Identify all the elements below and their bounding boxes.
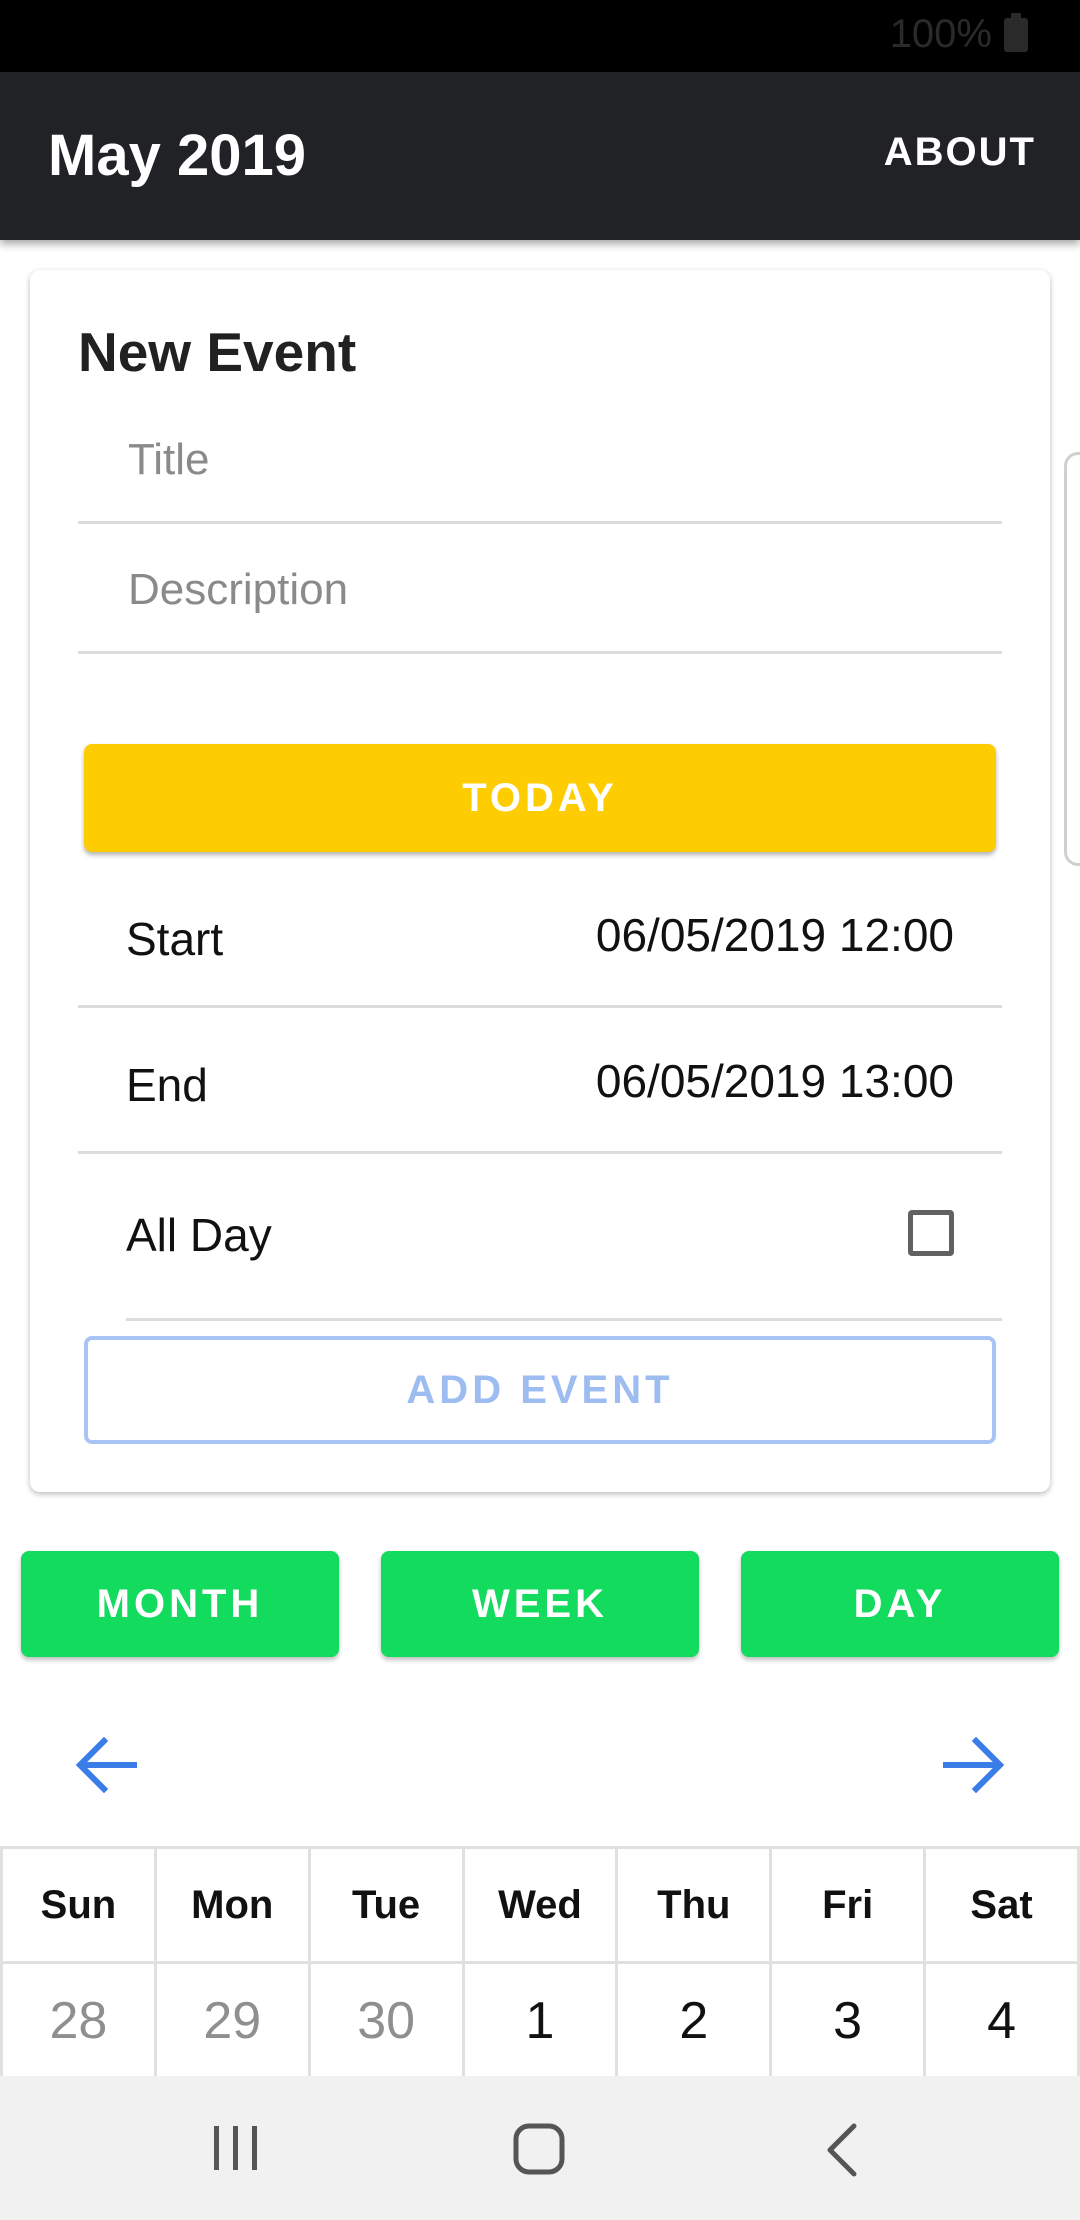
back-icon[interactable] [822,2122,862,2178]
calendar-day-cell[interactable]: 2 [615,1961,773,2081]
calendar-day-cell[interactable]: 28 [0,1961,157,2081]
battery-icon [1004,13,1028,52]
weekday-header-row: Sun Mon Tue Wed Thu Fri Sat [0,1846,1080,1964]
all-day-row: All Day [78,1170,1002,1310]
today-button[interactable]: TODAY [84,744,996,852]
weekday-header: Tue [307,1846,465,1964]
title-input[interactable] [126,424,950,496]
battery-percentage: 100% [889,12,992,56]
start-datetime[interactable]: 06/05/2019 12:00 [596,908,954,962]
app-title: May 2019 [48,123,306,188]
start-label: Start [126,913,224,965]
weekday-header: Mon [153,1846,311,1964]
system-nav-bar [0,2076,1080,2220]
week-view-button[interactable]: WEEK [381,1551,699,1657]
calendar-day-cell[interactable]: 3 [769,1961,927,2081]
end-row[interactable]: End 06/05/2019 13:00 [78,1014,1002,1154]
edge-panel-handle[interactable] [1064,452,1080,866]
app-bar: May 2019 ABOUT [0,72,1080,240]
month-view-button[interactable]: MONTH [21,1551,339,1657]
start-row[interactable]: Start 06/05/2019 12:00 [78,868,1002,1008]
calendar-day-cell[interactable]: 29 [153,1961,311,2081]
new-event-card: New Event TODAY Start 06/05/2019 12:00 E… [30,270,1050,1492]
card-title: New Event [78,321,357,383]
recent-apps-icon[interactable] [212,2122,260,2174]
calendar-week-row: 28 29 30 1 2 3 4 [0,1961,1080,2081]
month-calendar: Sun Mon Tue Wed Thu Fri Sat 28 29 30 1 2… [0,1846,1080,2081]
calendar-day-cell[interactable]: 4 [923,1961,1080,2081]
add-event-button[interactable]: ADD EVENT [84,1336,996,1444]
arrow-right-icon[interactable] [942,1735,1006,1795]
weekday-header: Fri [769,1846,927,1964]
weekday-header: Wed [461,1846,619,1964]
description-field [78,524,1002,654]
description-input[interactable] [126,554,950,626]
calendar-day-cell[interactable]: 30 [307,1961,465,2081]
weekday-header: Sun [0,1846,157,1964]
end-label: End [126,1059,208,1111]
home-icon[interactable] [512,2122,568,2178]
day-view-button[interactable]: DAY [741,1551,1059,1657]
all-day-checkbox[interactable] [908,1210,954,1256]
divider [126,1318,1002,1321]
calendar-day-cell[interactable]: 1 [461,1961,619,2081]
weekday-header: Thu [615,1846,773,1964]
about-button[interactable]: ABOUT [884,130,1036,175]
all-day-label: All Day [126,1209,272,1261]
weekday-header: Sat [923,1846,1080,1964]
title-field [78,394,1002,524]
status-bar: 100% [0,0,1080,72]
arrow-left-icon[interactable] [74,1735,138,1795]
end-datetime[interactable]: 06/05/2019 13:00 [596,1054,954,1108]
